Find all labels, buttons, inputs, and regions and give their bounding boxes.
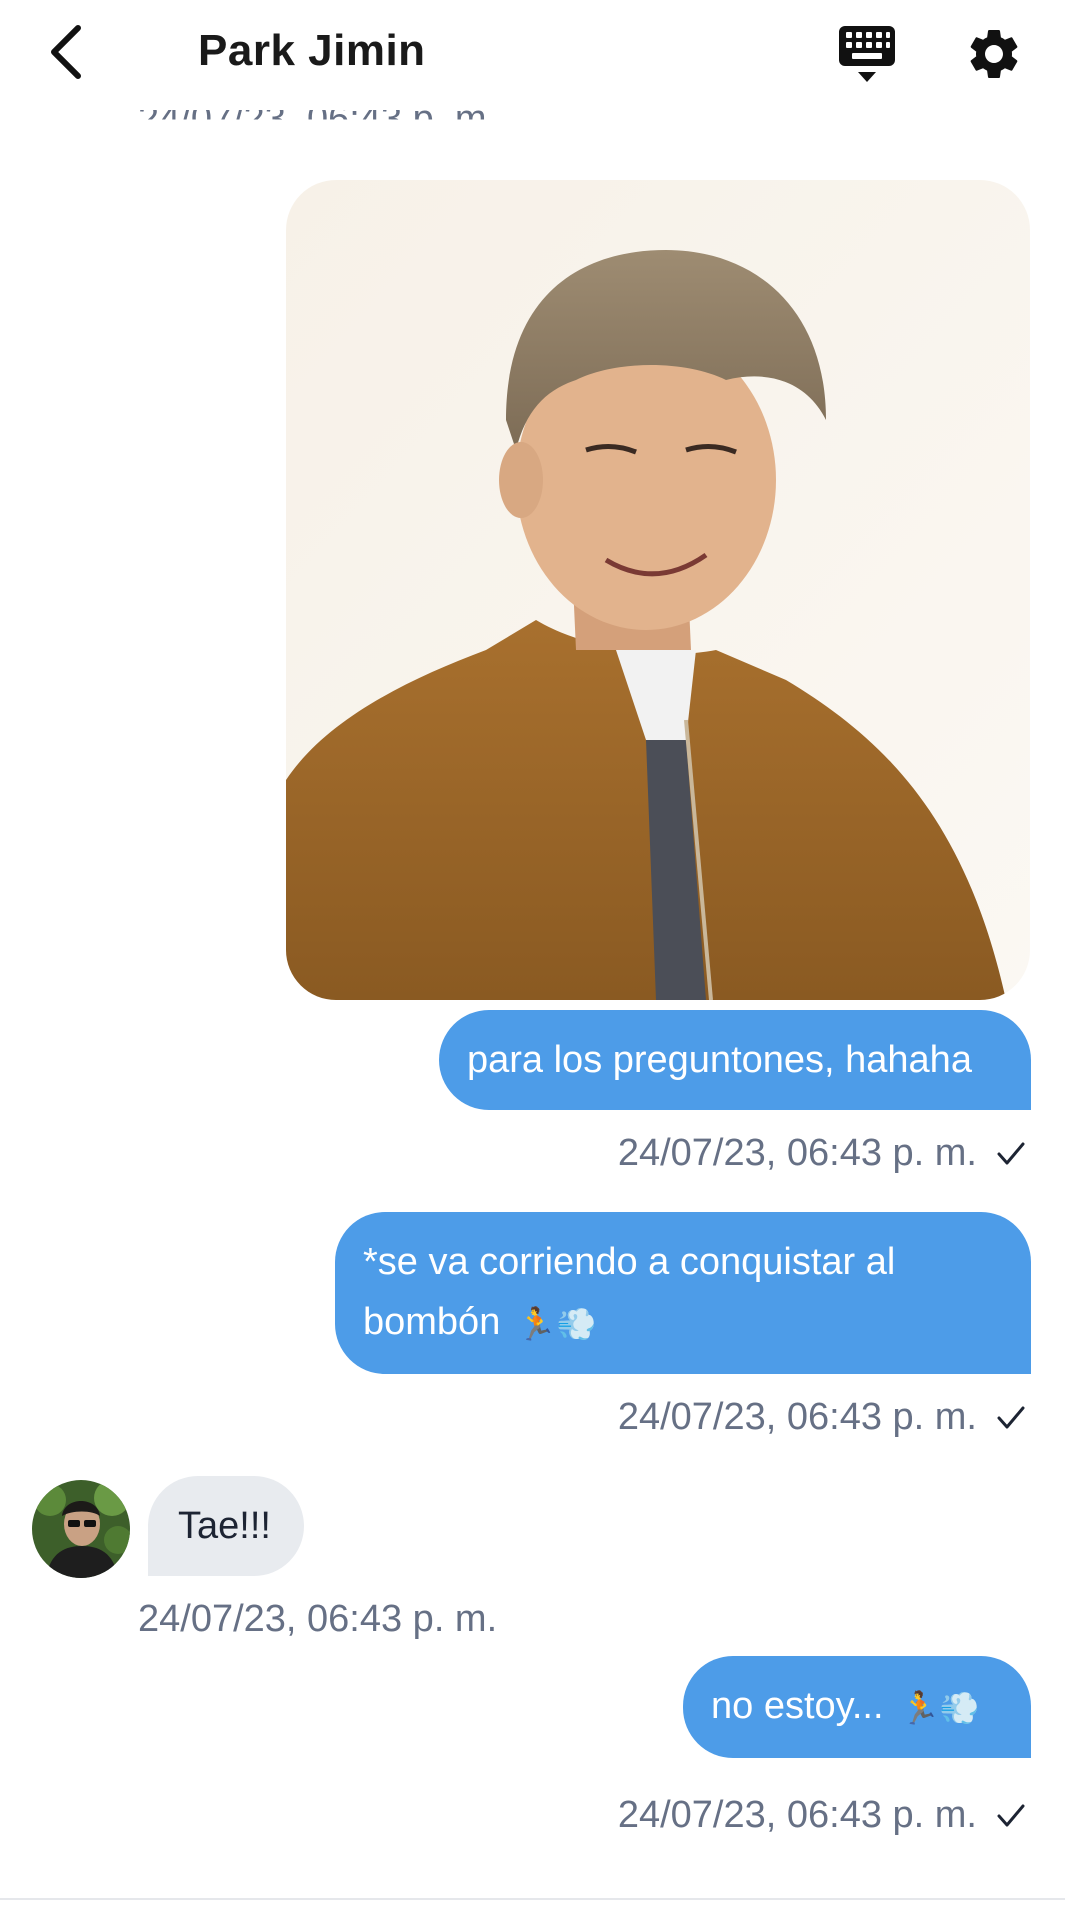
outgoing-message-bubble[interactable]: no estoy... 🏃💨: [683, 1656, 1031, 1758]
chevron-left-icon: [51, 25, 81, 79]
check-icon: [997, 1142, 1025, 1164]
outgoing-message-bubble[interactable]: *se va corriendo a conquistar al bombón …: [335, 1212, 1031, 1374]
check-icon: [997, 1804, 1025, 1826]
incoming-message-bubble[interactable]: Tae!!!: [148, 1476, 304, 1576]
message-timestamp: 24/07/23, 06:43 p. m.: [617, 1396, 977, 1438]
image-message[interactable]: [286, 180, 1030, 1000]
gear-icon: [970, 29, 1018, 78]
message-meta: 24/07/23, 06:43 p. m.: [618, 1794, 1025, 1837]
message-meta: 24/07/23, 06:43 p. m.: [618, 1396, 1025, 1439]
photo-image: [286, 180, 1030, 1000]
outgoing-message-bubble[interactable]: para los preguntones, hahaha: [439, 1010, 1031, 1110]
message-text-line: bombón: [363, 1301, 501, 1343]
chat-header: Park Jimin: [0, 0, 1065, 110]
chat-area[interactable]: 24/07/23, 06:43 p. m. para los pregunton…: [0, 0, 1065, 1900]
back-button[interactable]: [36, 22, 96, 82]
message-timestamp: 24/07/23, 06:43 p. m.: [617, 1794, 977, 1836]
keyboard-icon: [839, 26, 895, 82]
message-text: Tae!!!: [178, 1505, 271, 1547]
message-meta: 24/07/23, 06:43 p. m.: [618, 1132, 1025, 1175]
message-text-line: *se va corriendo a conquistar al: [363, 1241, 896, 1283]
message-text: no estoy...: [711, 1685, 884, 1727]
keyboard-button[interactable]: [836, 24, 898, 84]
check-icon: [997, 1406, 1025, 1428]
settings-button[interactable]: [964, 24, 1024, 84]
message-text: para los preguntones, hahaha: [467, 1039, 972, 1081]
message-timestamp: 24/07/23, 06:43 p. m.: [617, 1132, 977, 1174]
divider: [0, 1898, 1065, 1900]
avatar[interactable]: [32, 1480, 130, 1578]
avatar-image: [32, 1480, 130, 1578]
page-title: Park Jimin: [198, 26, 426, 75]
message-timestamp: 24/07/23, 06:43 p. m.: [138, 1598, 498, 1640]
running-emoji: 🏃💨: [900, 1688, 980, 1727]
running-emoji: 🏃💨: [516, 1304, 597, 1343]
